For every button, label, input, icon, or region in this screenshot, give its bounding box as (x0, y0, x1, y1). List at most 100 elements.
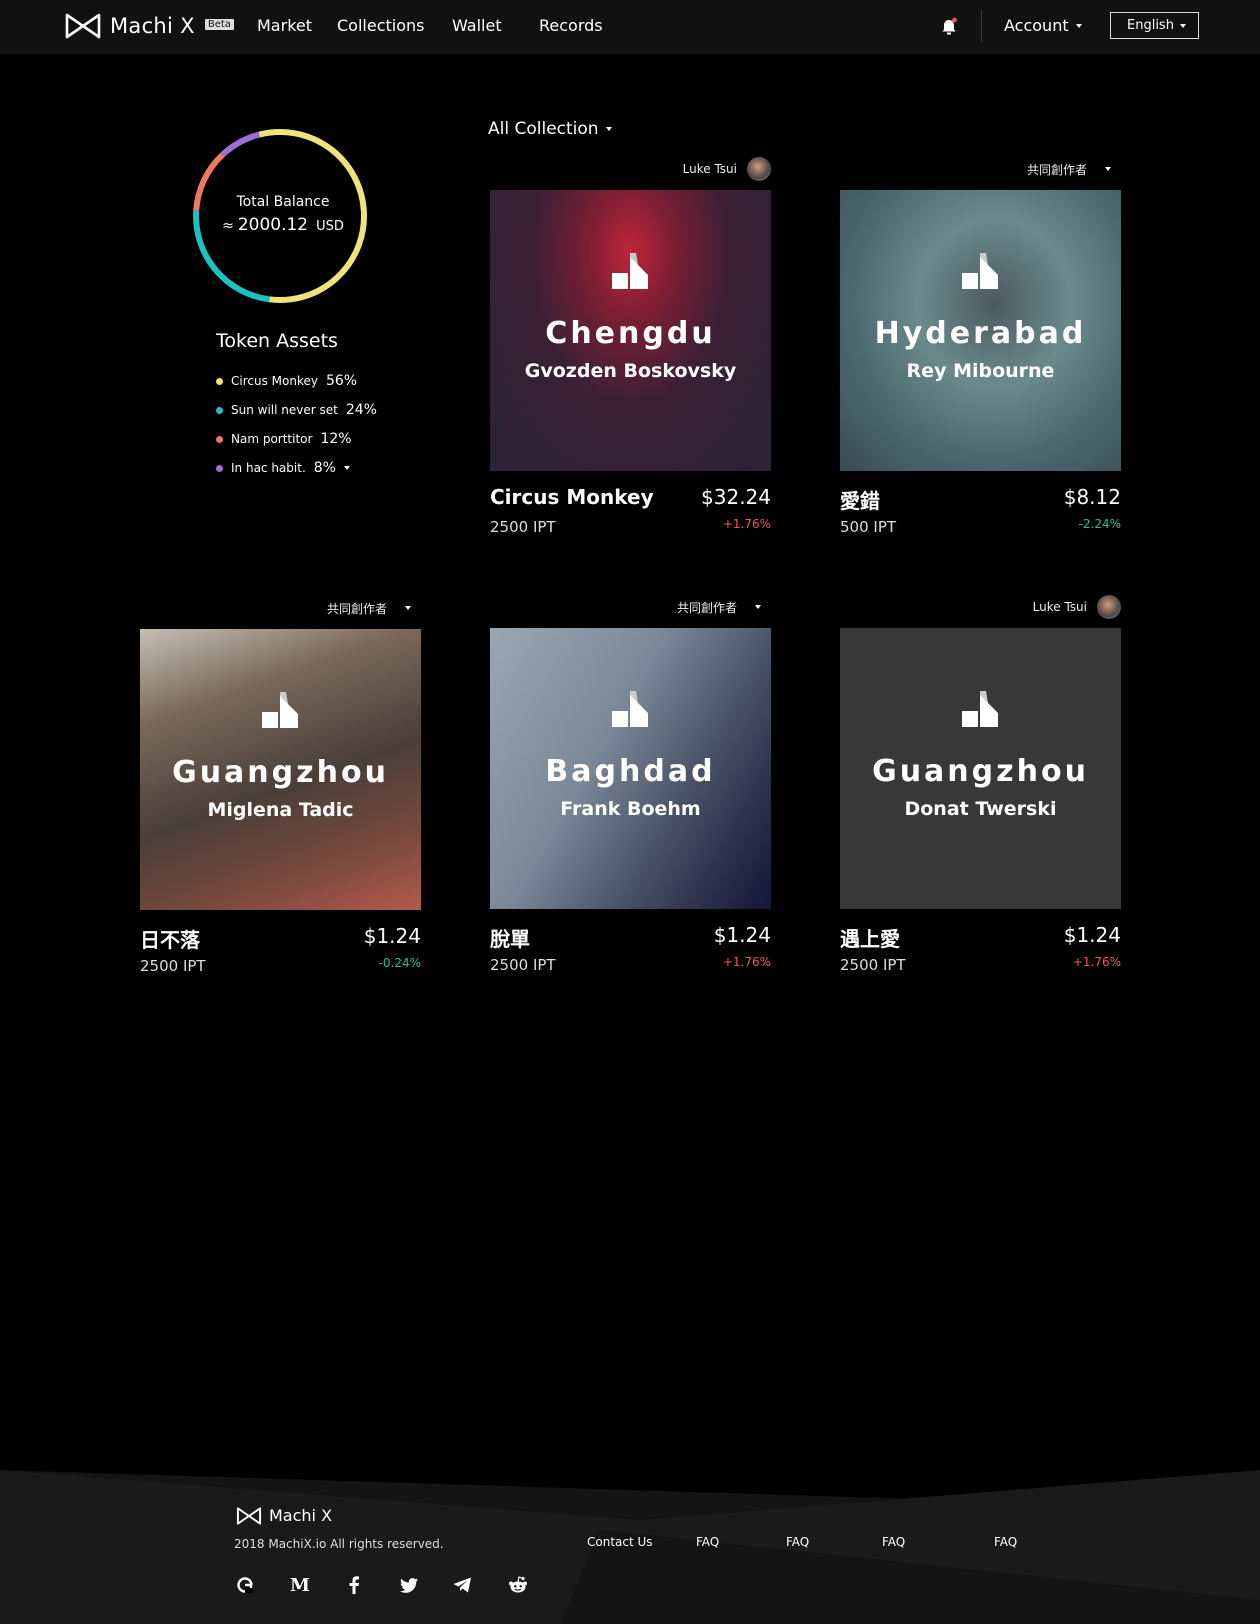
collection-card: Luke Tsui Chengdu Gvozden Boskovsky Circ… (490, 157, 771, 536)
token-name[interactable]: 日不落 (140, 924, 200, 953)
collection-filter-label: All Collection (488, 119, 599, 139)
co-creator-dropdown[interactable]: 共同創作者 (1027, 156, 1121, 182)
nav-collections[interactable]: Collections (337, 16, 424, 35)
card-artwork[interactable]: Baghdad Frank Boehm (490, 628, 771, 909)
token-ipt-amount: 500 IPT (840, 518, 897, 536)
price-change: +1.76% (1072, 955, 1121, 969)
price-change: +1.76% (722, 517, 771, 531)
token-ipt-amount: 2500 IPT (140, 957, 206, 975)
card-artwork[interactable]: Guangzhou Donat Twerski (840, 628, 1121, 909)
collection-card: 共同創作者 Guangzhou Miglena Tadic 日不落 $1.24 … (140, 602, 421, 975)
footer-link-contact[interactable]: Contact Us (587, 1535, 653, 1549)
brand-logo[interactable]: Machi X Beta (65, 13, 234, 39)
account-label: Account (1004, 16, 1069, 35)
co-creator-dropdown[interactable]: 共同創作者 (327, 595, 421, 621)
token-asset-item: Circus Monkey 56% (216, 373, 357, 389)
chevron-down-icon (605, 127, 612, 131)
total-balance-value: ≈ 2000.12 USD (190, 215, 376, 235)
token-name[interactable]: Circus Monkey (490, 485, 654, 509)
machi-token-icon (612, 253, 648, 289)
token-name[interactable]: 遇上愛 (840, 923, 900, 952)
card-artwork[interactable]: Chengdu Gvozden Boskovsky (490, 190, 771, 471)
machi-token-icon (962, 691, 998, 727)
machi-token-icon (612, 691, 648, 727)
collection-card: 共同創作者 Baghdad Frank Boehm 脫單 $1.24 2500 … (490, 601, 771, 974)
nav-market[interactable]: Market (257, 16, 312, 35)
machi-token-icon (262, 692, 298, 728)
co-creator-dropdown[interactable]: 共同創作者 (677, 594, 771, 620)
card-artwork[interactable]: Guangzhou Miglena Tadic (140, 629, 421, 910)
card-owner[interactable]: Luke Tsui (1033, 594, 1121, 620)
footer-link-faq[interactable]: FAQ (994, 1535, 1017, 1549)
token-asset-name: Circus Monkey (231, 374, 318, 388)
price-change: -0.24% (378, 956, 421, 970)
legend-dot (216, 377, 223, 385)
telegram-icon[interactable] (452, 1575, 472, 1595)
legend-dot (216, 464, 223, 472)
nav-records[interactable]: Records (539, 16, 603, 35)
token-ipt-amount: 2500 IPT (490, 518, 556, 536)
chevron-down-icon (755, 605, 761, 609)
notification-bell-icon[interactable] (940, 17, 958, 37)
language-label: English (1127, 18, 1174, 33)
top-navbar: Machi X Beta Market Collections Wallet R… (0, 0, 1260, 54)
token-name[interactable]: 愛錯 (840, 485, 880, 514)
chevron-down-icon (1075, 23, 1082, 28)
token-asset-percent: 56% (325, 373, 358, 389)
token-asset-name: Nam porttitor (231, 432, 313, 446)
chevron-down-icon (1180, 24, 1186, 28)
token-asset-item[interactable]: In hac habit. 8% (216, 460, 350, 476)
footer-link-faq[interactable]: FAQ (696, 1535, 719, 1549)
artwork-city: Baghdad (545, 754, 716, 789)
artwork-artist: Frank Boehm (560, 798, 701, 820)
facebook-icon[interactable] (344, 1575, 364, 1595)
card-owner[interactable]: Luke Tsui (683, 156, 771, 182)
collection-card: Luke Tsui Guangzhou Donat Twerski 遇上愛 $1… (840, 595, 1121, 974)
price-change: -2.24% (1078, 517, 1121, 531)
balance-currency: USD (316, 219, 344, 234)
owner-name: Luke Tsui (1032, 600, 1087, 614)
token-price: $1.24 (713, 923, 771, 947)
github-icon[interactable] (235, 1575, 255, 1595)
owner-avatar[interactable] (747, 157, 771, 181)
chevron-down-icon[interactable] (343, 466, 350, 470)
token-asset-item: Nam porttitor 12% (216, 431, 352, 447)
twitter-icon[interactable] (399, 1575, 419, 1595)
artwork-city: Guangzhou (172, 755, 389, 790)
token-price: $1.24 (363, 924, 421, 948)
medium-icon[interactable]: M (290, 1575, 310, 1596)
footer-logo[interactable]: Machi X (236, 1506, 332, 1525)
artwork-artist: Miglena Tadic (207, 799, 354, 821)
token-asset-percent: 24% (345, 402, 377, 418)
chevron-down-icon (1105, 167, 1111, 171)
nav-wallet[interactable]: Wallet (452, 16, 502, 35)
header-divider (981, 10, 982, 42)
token-asset-percent: 8% (313, 460, 336, 476)
collection-filter-dropdown[interactable]: All Collection (488, 119, 612, 139)
total-balance-label: Total Balance (236, 194, 330, 210)
approx-symbol: ≈ (222, 218, 234, 234)
artwork-artist: Rey Mibourne (906, 360, 1055, 382)
owner-avatar[interactable] (1097, 595, 1121, 619)
balance-amount: 2000.12 (237, 215, 309, 235)
legend-dot (216, 406, 223, 414)
token-asset-item: Sun will never set 24% (216, 402, 377, 418)
card-artwork[interactable]: Hyderabad Rey Mibourne (840, 190, 1121, 471)
reddit-icon[interactable] (508, 1575, 528, 1595)
token-asset-name: Sun will never set (231, 403, 338, 417)
account-menu[interactable]: Account (1004, 16, 1082, 35)
artwork-artist: Donat Twerski (904, 798, 1057, 820)
language-select[interactable]: English (1110, 12, 1199, 39)
token-price: $32.24 (701, 485, 771, 509)
artwork-city: Guangzhou (872, 754, 1089, 789)
token-ipt-amount: 2500 IPT (490, 956, 556, 974)
copyright: 2018 MachiX.io All rights reserved. (234, 1537, 444, 1551)
footer-link-faq[interactable]: FAQ (882, 1535, 905, 1549)
token-name[interactable]: 脫單 (490, 923, 530, 952)
footer-link-faq[interactable]: FAQ (786, 1535, 809, 1549)
chevron-down-icon (405, 606, 411, 610)
token-ipt-amount: 2500 IPT (840, 956, 906, 974)
token-asset-name: In hac habit. (231, 461, 306, 475)
artwork-city: Hyderabad (874, 316, 1087, 351)
machi-x-logo-icon (236, 1506, 262, 1525)
